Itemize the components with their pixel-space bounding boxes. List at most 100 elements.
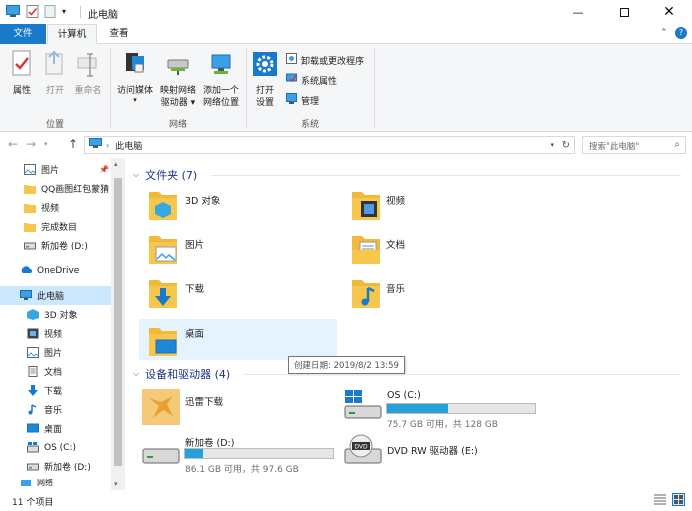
ribbon: 属性 打开 重命名 位置 访问媒体 ▾ 映射网络 驱动器 ▾ 添加一个 网络位置 bbox=[0, 44, 692, 132]
this-pc-address-icon bbox=[89, 138, 102, 152]
breadcrumb-this-pc[interactable]: 此电脑 bbox=[115, 139, 142, 152]
rename-icon bbox=[72, 50, 104, 82]
nav-item-documents[interactable]: 文档 bbox=[0, 362, 111, 381]
nav-item-videos[interactable]: 视频 bbox=[0, 324, 111, 343]
nav-item-label: 视频 bbox=[41, 204, 60, 214]
folder-downloads[interactable]: 下载 bbox=[147, 274, 337, 314]
address-dropdown-icon[interactable]: ▾ bbox=[550, 141, 554, 149]
system-properties-icon bbox=[286, 73, 297, 87]
folder-name: 文档 bbox=[386, 240, 406, 251]
drive-os-c[interactable]: OS (C:) 75.7 GB 可用，共 128 GB bbox=[343, 388, 573, 430]
nav-item-downloads[interactable]: 下载 bbox=[0, 381, 111, 400]
map-drive-label-1: 映射网络 bbox=[159, 86, 196, 96]
system-properties-button[interactable]: 系统属性 bbox=[286, 73, 337, 87]
nav-item-network[interactable]: 网络 bbox=[0, 479, 111, 490]
close-button[interactable]: ✕ bbox=[646, 0, 692, 24]
search-placeholder: 搜索"此电脑" bbox=[589, 142, 640, 152]
search-input[interactable]: 搜索"此电脑" ⌕ bbox=[582, 136, 686, 154]
nav-pane-scrollbar[interactable]: ▴ ▾ bbox=[111, 158, 125, 490]
nav-item-3d-objects[interactable]: 3D 对象 bbox=[0, 305, 111, 324]
address-bar[interactable]: › 此电脑 ▾ ↻ bbox=[84, 136, 575, 154]
scroll-up-icon[interactable]: ▴ bbox=[114, 160, 118, 168]
properties-quick-icon[interactable] bbox=[26, 5, 40, 18]
nav-item-music[interactable]: 音乐 bbox=[0, 400, 111, 419]
recent-locations-chevron-icon[interactable]: ▾ bbox=[44, 140, 48, 148]
rename-button[interactable]: 重命名 bbox=[72, 50, 104, 97]
drive-d[interactable]: 新加卷 (D:) 86.1 GB 可用，共 97.6 GB bbox=[141, 433, 371, 475]
uninstall-program-button[interactable]: 卸载或更改程序 bbox=[286, 53, 364, 67]
drives-section-title: 设备和驱动器 (4) bbox=[145, 368, 231, 381]
new-folder-quick-icon[interactable] bbox=[44, 5, 58, 18]
network-location-icon bbox=[199, 50, 243, 82]
nav-item-drive-d[interactable]: 新加卷 (D:) bbox=[0, 457, 111, 476]
drives-section-header[interactable]: ⌵ 设备和驱动器 (4) bbox=[133, 366, 230, 382]
customize-quick-access-icon[interactable]: ▾ bbox=[62, 7, 76, 20]
folder-name: 音乐 bbox=[386, 284, 406, 295]
quick-access-item[interactable]: 图片 📌 bbox=[0, 160, 111, 179]
item-count: 11 个项目 bbox=[12, 498, 54, 508]
map-network-drive-button[interactable]: 映射网络 驱动器 ▾ bbox=[156, 50, 200, 109]
pictures-folder-icon bbox=[147, 230, 179, 269]
folder-documents[interactable]: 文档 bbox=[350, 230, 540, 270]
nav-item-pictures[interactable]: 图片 bbox=[0, 343, 111, 362]
tab-view[interactable]: 查看 bbox=[99, 24, 139, 44]
nav-item-this-pc[interactable]: 此电脑 bbox=[0, 286, 111, 305]
drive-name: 迅雷下载 bbox=[185, 397, 224, 408]
folder-videos[interactable]: 视频 bbox=[350, 186, 540, 226]
minimize-button[interactable]: — bbox=[555, 0, 601, 24]
search-icon[interactable]: ⌕ bbox=[674, 139, 680, 150]
quick-access-item[interactable]: 视频 bbox=[0, 198, 111, 217]
folders-section-header[interactable]: ⌵ 文件夹 (7) bbox=[133, 167, 197, 183]
nav-item-label: 新加卷 (D:) bbox=[41, 242, 88, 252]
add-network-location-button[interactable]: 添加一个 网络位置 bbox=[199, 50, 243, 109]
uninstall-label: 卸载或更改程序 bbox=[301, 56, 365, 67]
drive-free-space: 86.1 GB 可用，共 97.6 GB bbox=[185, 465, 299, 475]
drive-dvd-e[interactable]: DVD DVD RW 驱动器 (E:) bbox=[343, 433, 573, 473]
details-view-icon[interactable] bbox=[654, 494, 666, 508]
large-icons-view-icon[interactable] bbox=[672, 493, 685, 506]
nav-item-label: 文档 bbox=[44, 368, 63, 378]
folder-name: 3D 对象 bbox=[185, 196, 221, 207]
tab-computer[interactable]: 计算机 bbox=[47, 24, 97, 45]
xunlei-download-item[interactable]: 迅雷下载 bbox=[141, 388, 331, 428]
drive-usage-bar bbox=[184, 448, 334, 459]
navigation-bar: ← → ▾ ↑ › 此电脑 ▾ ↻ 搜索"此电脑" ⌕ bbox=[0, 132, 692, 158]
network-drive-icon bbox=[156, 50, 200, 82]
nav-item-onedrive[interactable]: OneDrive bbox=[0, 261, 111, 280]
quick-access-item[interactable]: 完成数目 bbox=[0, 217, 111, 236]
pin-icon[interactable]: 📌 bbox=[99, 165, 109, 174]
quick-access-item[interactable]: QQ画图红包蒙猜 bbox=[0, 179, 111, 198]
nav-item-label: QQ画图红包蒙猜 bbox=[41, 185, 110, 195]
access-media-button[interactable]: 访问媒体 ▾ bbox=[114, 50, 156, 104]
folder-pictures[interactable]: 图片 bbox=[147, 230, 337, 270]
manage-icon bbox=[286, 93, 297, 107]
documents-icon bbox=[27, 366, 39, 377]
nav-item-label: OS (C:) bbox=[44, 442, 76, 453]
breadcrumb-chevron-icon[interactable]: › bbox=[106, 141, 109, 150]
nav-item-os-c[interactable]: OS (C:) bbox=[0, 438, 111, 457]
open-settings-button[interactable]: 打开 设置 bbox=[250, 50, 280, 109]
back-arrow-icon[interactable]: ← bbox=[8, 137, 18, 151]
folder-3d-objects[interactable]: 3D 对象 bbox=[147, 186, 337, 226]
properties-button[interactable]: 属性 bbox=[6, 50, 38, 97]
scroll-down-icon[interactable]: ▾ bbox=[114, 480, 118, 488]
folder-desktop[interactable]: 桌面 bbox=[139, 319, 337, 360]
nav-item-desktop[interactable]: 桌面 bbox=[0, 419, 111, 438]
forward-arrow-icon[interactable]: → bbox=[26, 137, 36, 151]
folder-music[interactable]: 音乐 bbox=[350, 274, 540, 314]
help-icon[interactable]: ? bbox=[675, 27, 687, 39]
refresh-icon[interactable]: ↻ bbox=[562, 140, 570, 151]
properties-label: 属性 bbox=[12, 86, 31, 96]
up-arrow-icon[interactable]: ↑ bbox=[68, 137, 78, 151]
tab-file[interactable]: 文件 bbox=[0, 24, 46, 44]
xunlei-icon bbox=[141, 388, 181, 429]
quick-access-item[interactable]: 新加卷 (D:) bbox=[0, 236, 111, 255]
pictures-icon bbox=[24, 164, 36, 175]
videos-icon bbox=[27, 328, 39, 339]
nav-pane-scroll-thumb[interactable] bbox=[114, 178, 122, 466]
collapse-ribbon-icon[interactable]: ⌃ bbox=[660, 28, 668, 38]
maximize-button[interactable] bbox=[601, 0, 647, 24]
open-button[interactable]: 打开 bbox=[40, 50, 70, 97]
manage-button[interactable]: 管理 bbox=[286, 93, 319, 107]
drive-name: 新加卷 (D:) bbox=[185, 438, 235, 449]
